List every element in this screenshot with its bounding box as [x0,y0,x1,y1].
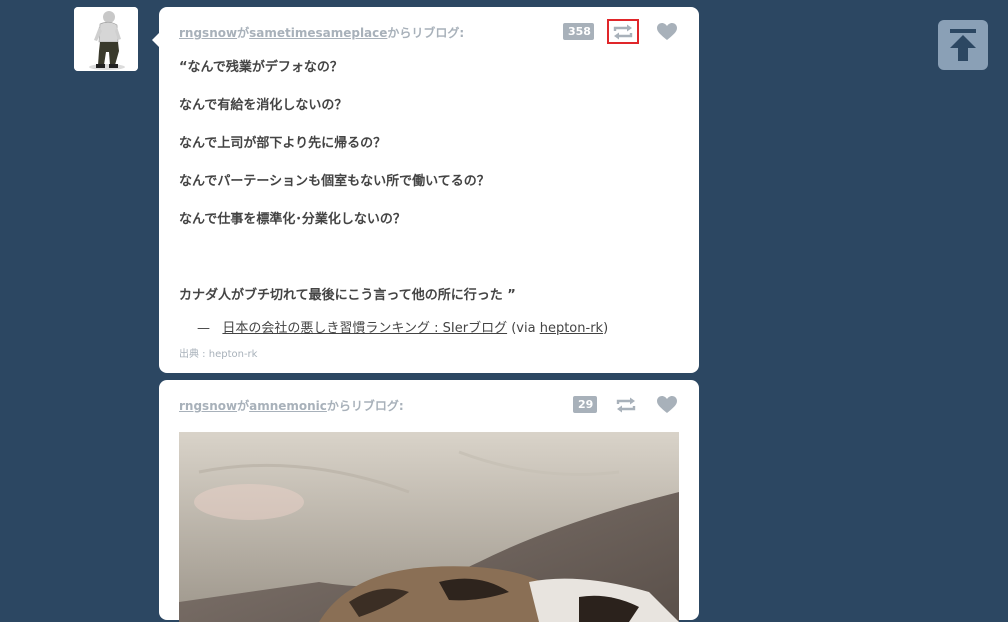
like-button[interactable] [656,21,678,43]
heart-icon [657,396,677,413]
reblog-suffix: からリブログ: [387,26,465,40]
photo-post: rngsnowがamnemonicからリブログ: 29 [159,380,699,622]
cat-photo-image [179,432,679,622]
quote-body: “なんで残業がデフォなの？ なんで有給を消化しないの？ なんで上司が部下より先に… [179,59,679,325]
reblog-button[interactable] [610,392,642,417]
quote-source: — 日本の会社の悪しき習慣ランキング : SIerブログ (via hepton… [197,317,608,336]
source-blog-link[interactable]: amnemonic [249,399,327,413]
reblogger-link[interactable]: rngsnow [179,26,237,40]
quote-spacer [179,249,679,287]
header-connector: が [237,26,250,40]
header-connector: が [237,399,250,413]
back-to-top-button[interactable] [938,20,988,70]
source-title-link[interactable]: 日本の会社の悪しき習慣ランキング : SIerブログ [222,321,507,336]
avatar-image [74,7,138,71]
post-controls: 358 [563,19,679,45]
quote-post: rngsnowがsametimesameplaceからリブログ: 358 “なん… [152,7,699,373]
source-credit[interactable]: 出典 : hepton-rk [179,345,257,360]
arrow-up-to-top-icon [950,29,976,61]
via-suffix: ) [603,321,609,336]
like-button[interactable] [656,394,678,416]
quote-line: なんで有給を消化しないの？ [179,98,348,113]
quote-line: なんで仕事を標準化･分業化しないの？ [179,212,406,227]
heart-icon [657,23,677,40]
quote-line: なんでパーテーションも個室もない所で働いてるの？ [179,174,490,189]
reblog-suffix: からリブログ: [326,399,404,413]
reblog-icon [616,397,636,412]
note-count[interactable]: 358 [563,23,594,40]
avatar[interactable] [74,7,138,71]
reblog-icon [613,24,633,39]
source-dash: — [197,321,210,336]
quote-line: “なんで残業がデフォなの？ [179,60,343,75]
post-photo[interactable] [179,432,679,622]
reblog-button[interactable] [607,19,639,44]
source-blog-link[interactable]: sametimesameplace [249,26,387,40]
via-link[interactable]: hepton-rk [540,321,603,336]
post-controls: 29 [573,392,679,418]
via-prefix: (via [511,321,540,336]
quote-line: なんで上司が部下より先に帰るの？ [179,136,387,151]
post-header: rngsnowがsametimesameplaceからリブログ: [179,24,464,41]
reblogger-link[interactable]: rngsnow [179,399,237,413]
post-pointer [152,33,159,47]
post-header: rngsnowがamnemonicからリブログ: [179,397,404,414]
note-count[interactable]: 29 [573,396,597,413]
